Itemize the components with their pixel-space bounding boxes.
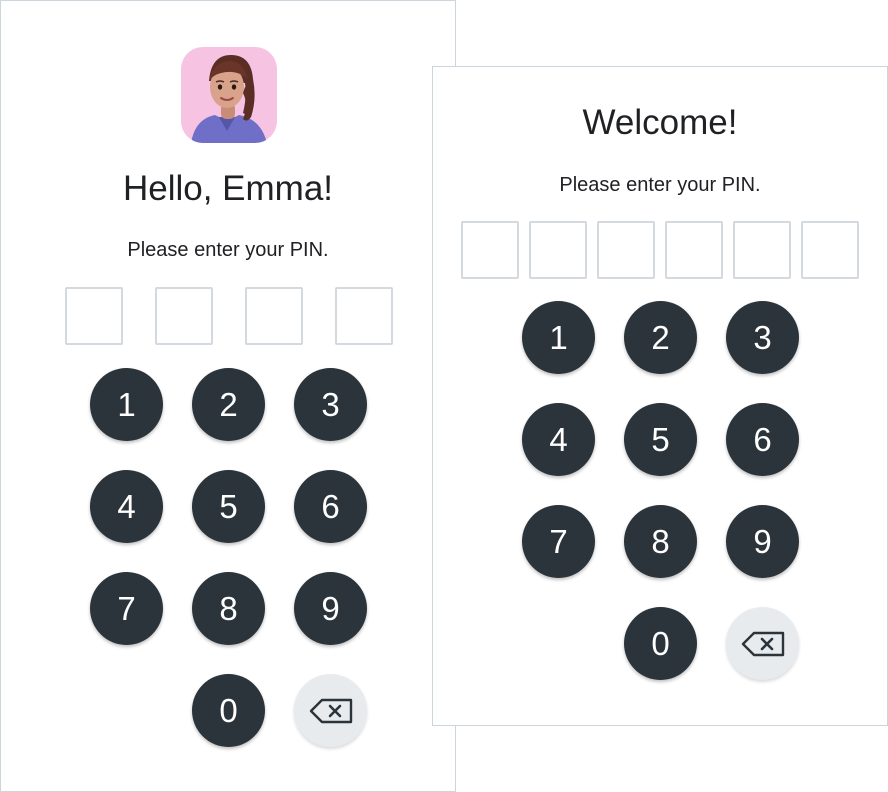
user-avatar: [181, 47, 277, 143]
key-3[interactable]: 3: [726, 301, 799, 374]
person-avatar-icon: [191, 55, 267, 143]
key-9[interactable]: 9: [726, 505, 799, 578]
pin-digit-box[interactable]: [665, 221, 723, 279]
key-9[interactable]: 9: [294, 572, 367, 645]
pin-digit-box[interactable]: [461, 221, 519, 279]
pin-prompt: Please enter your PIN.: [559, 174, 761, 196]
welcome-title: Welcome!: [582, 103, 738, 142]
pin-digit-box[interactable]: [335, 287, 393, 345]
pin-digit-box[interactable]: [597, 221, 655, 279]
pin-digit-box[interactable]: [65, 287, 123, 345]
pin-digit-box[interactable]: [529, 221, 587, 279]
key-4[interactable]: 4: [90, 470, 163, 543]
key-6[interactable]: 6: [726, 403, 799, 476]
pin-digit-box[interactable]: [801, 221, 859, 279]
key-3[interactable]: 3: [294, 368, 367, 441]
pin-screen-personal: Hello, Emma! Please enter your PIN. 1 2 …: [0, 0, 456, 792]
key-2[interactable]: 2: [624, 301, 697, 374]
greeting-title: Hello, Emma!: [122, 169, 334, 208]
key-7[interactable]: 7: [90, 572, 163, 645]
backspace-icon: [741, 631, 784, 656]
key-4[interactable]: 4: [522, 403, 595, 476]
key-7[interactable]: 7: [522, 505, 595, 578]
key-6[interactable]: 6: [294, 470, 367, 543]
key-2[interactable]: 2: [192, 368, 265, 441]
key-0[interactable]: 0: [624, 607, 697, 680]
pin-prompt: Please enter your PIN.: [127, 239, 329, 261]
key-5[interactable]: 5: [624, 403, 697, 476]
key-8[interactable]: 8: [624, 505, 697, 578]
pin-digit-box[interactable]: [245, 287, 303, 345]
key-1[interactable]: 1: [522, 301, 595, 374]
pin-screen-generic: Welcome! Please enter your PIN. 1 2 3 4 …: [432, 66, 888, 726]
pin-digit-box[interactable]: [155, 287, 213, 345]
key-8[interactable]: 8: [192, 572, 265, 645]
key-5[interactable]: 5: [192, 470, 265, 543]
backspace-button[interactable]: [726, 607, 799, 680]
key-0[interactable]: 0: [192, 674, 265, 747]
backspace-icon: [309, 698, 352, 723]
pin-digit-box[interactable]: [733, 221, 791, 279]
backspace-button[interactable]: [294, 674, 367, 747]
key-1[interactable]: 1: [90, 368, 163, 441]
